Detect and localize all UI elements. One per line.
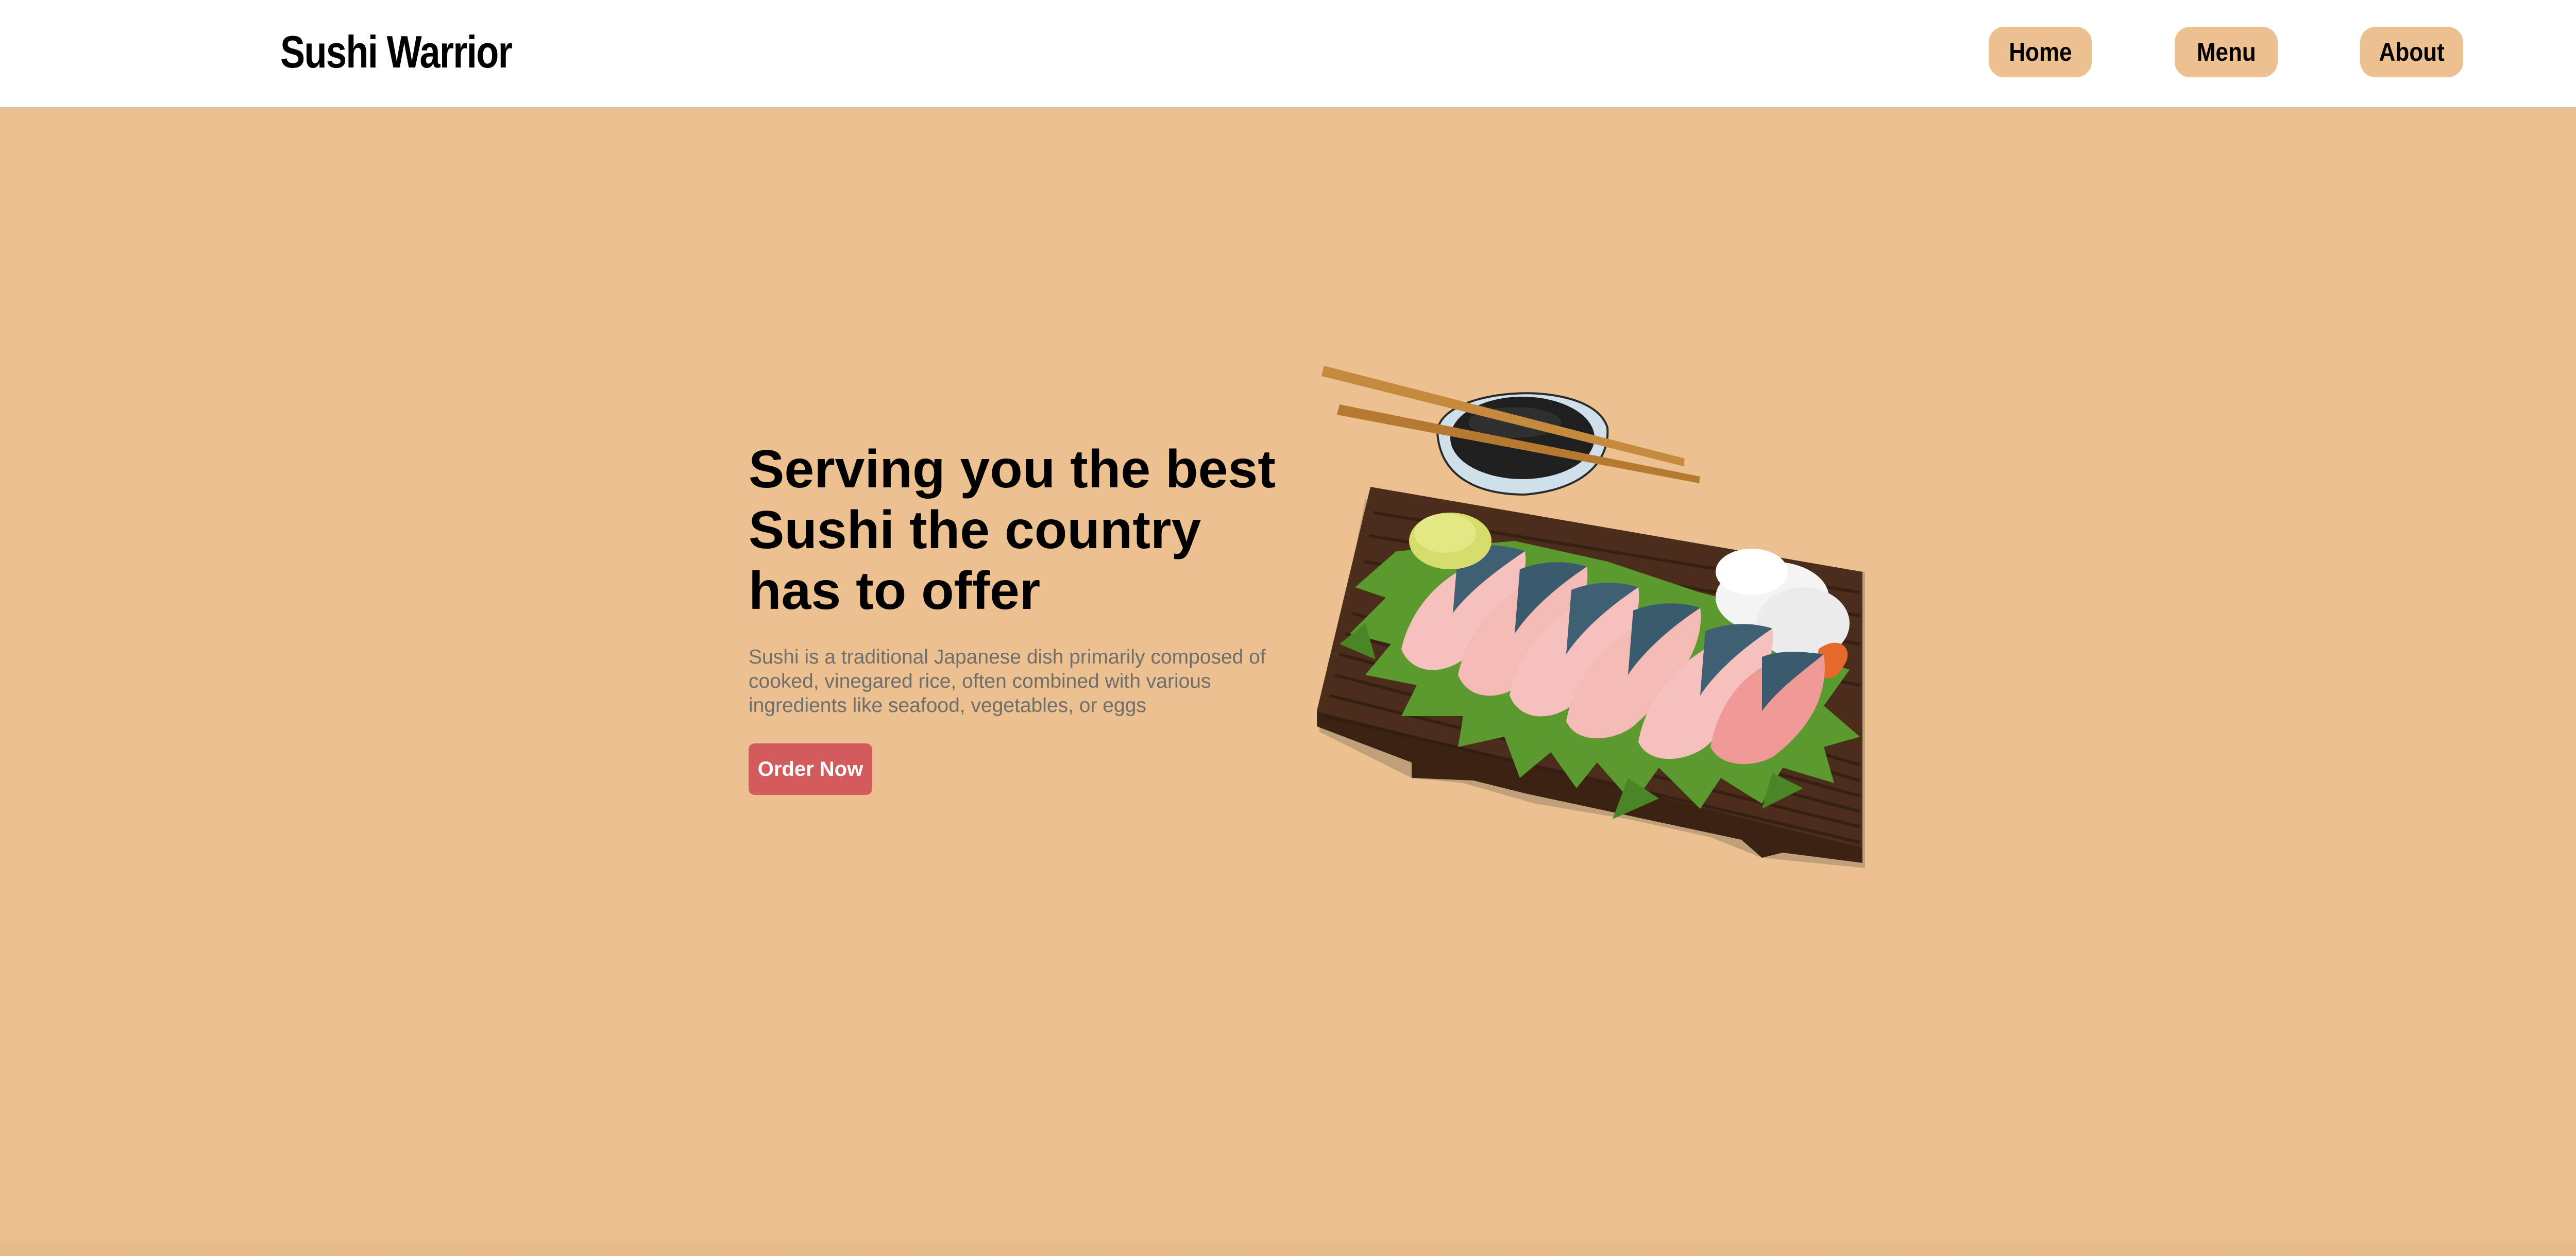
nav-about-button[interactable]: About: [2360, 27, 2463, 77]
sashimi-platter-svg: [1317, 366, 1865, 868]
hero-headline: Serving you the best Sushi the country h…: [749, 439, 1276, 621]
order-now-button[interactable]: Order Now: [749, 743, 872, 795]
brand-logo[interactable]: Sushi Warrior: [280, 24, 513, 80]
top-navbar: Sushi Warrior Home Menu About: [0, 0, 2576, 109]
sashimi-platter-illustration: [1309, 355, 1870, 876]
nav-about-label: About: [2379, 38, 2445, 66]
hero-section: Serving you the best Sushi the country h…: [749, 439, 1284, 795]
nav-home-button[interactable]: Home: [1989, 27, 2092, 77]
nav-menu-label: Menu: [2196, 38, 2256, 66]
nav-home-label: Home: [2008, 38, 2072, 66]
nav-menu-button[interactable]: Menu: [2175, 27, 2278, 77]
hero-description: Sushi is a traditional Japanese dish pri…: [749, 646, 1266, 717]
footer-shade: [0, 1236, 2576, 1256]
wasabi-mound: [1409, 513, 1492, 569]
